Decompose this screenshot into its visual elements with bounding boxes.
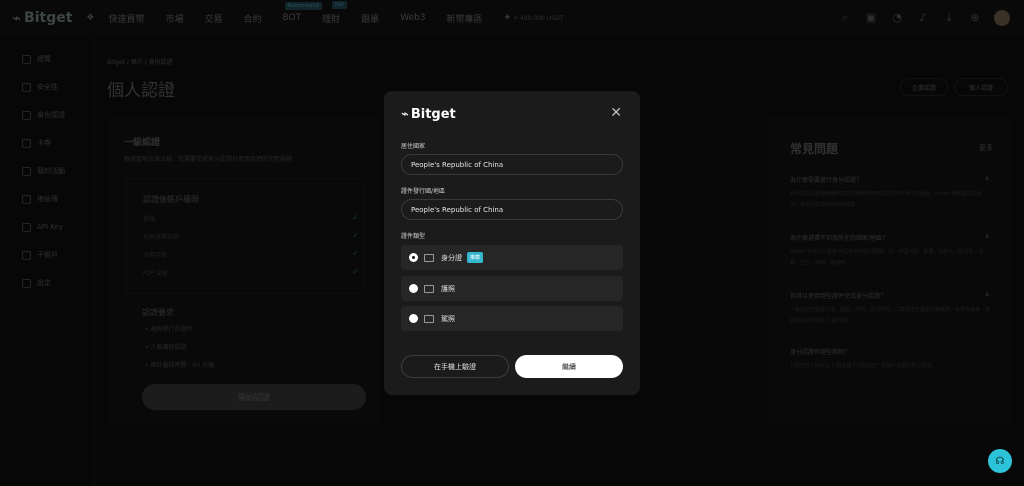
close-icon[interactable]: ✕: [610, 106, 622, 120]
issuer-select[interactable]: People's Republic of China: [401, 199, 623, 220]
continue-button[interactable]: 繼續: [515, 355, 623, 378]
country-value: People's Republic of China: [411, 160, 504, 169]
passport-icon: [424, 284, 434, 293]
doc-option-label: 駕照: [441, 314, 455, 323]
radio-unselected[interactable]: [409, 284, 418, 293]
verify-on-mobile-button[interactable]: 在手機上驗證: [401, 355, 509, 378]
doc-option-passport[interactable]: 護照: [401, 276, 623, 301]
doc-option-label: 身分證: [441, 253, 462, 262]
country-select[interactable]: People's Republic of China: [401, 154, 623, 175]
recommended-badge: 推薦: [467, 252, 484, 263]
headset-icon[interactable]: ☊: [988, 449, 1012, 473]
issuer-label: 證件發行國/地區: [401, 188, 446, 195]
id-card-icon: [424, 253, 434, 262]
doc-option-label: 護照: [441, 284, 455, 293]
driver-license-icon: [424, 314, 434, 323]
verification-modal: ⌁ Bitget ✕ 居住國家 People's Republic of Chi…: [384, 91, 640, 395]
modal-logo: ⌁ Bitget: [401, 107, 456, 122]
doc-option-id-card[interactable]: 身分證 推薦: [401, 245, 623, 270]
country-label: 居住國家: [401, 143, 426, 150]
radio-selected[interactable]: [409, 253, 418, 262]
radio-unselected[interactable]: [409, 314, 418, 323]
issuer-value: People's Republic of China: [411, 205, 504, 214]
doc-type-label: 證件類型: [401, 233, 426, 240]
bitget-logo-icon: ⌁: [401, 107, 409, 122]
modal-logo-text: Bitget: [410, 107, 456, 122]
doc-option-driver-license[interactable]: 駕照: [401, 306, 623, 331]
